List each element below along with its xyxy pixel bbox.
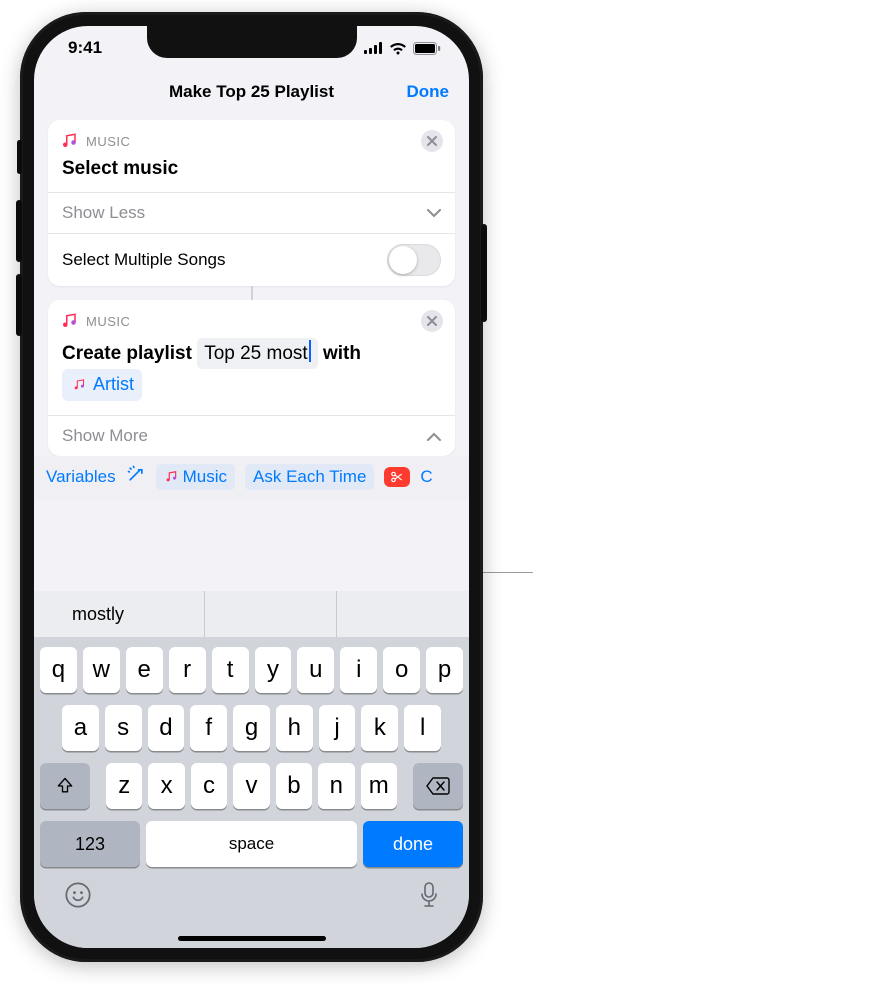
select-multiple-label: Select Multiple Songs [62,250,225,270]
variable-token-artist[interactable]: Artist [62,369,142,401]
backspace-icon [426,777,450,795]
variable-chip-music[interactable]: Music [156,464,235,490]
key-e[interactable]: e [126,647,163,693]
wand-icon [126,464,146,484]
shift-key[interactable] [40,763,90,809]
key-m[interactable]: m [361,763,397,809]
variable-token-label: Artist [93,371,134,399]
page-title: Make Top 25 Playlist [169,82,334,102]
select-multiple-row: Select Multiple Songs [48,234,455,286]
music-note-icon [70,376,88,394]
variable-suggestion-bar: Variables Music Ask Each Time C [34,456,469,500]
create-playlist-prefix: Create playlist [62,343,192,364]
music-app-icon [60,312,78,330]
nav-bar: Make Top 25 Playlist Done [34,70,469,114]
remove-action-button[interactable] [421,310,443,332]
notch [147,26,357,58]
prediction-slot-2[interactable] [205,591,338,637]
key-x[interactable]: x [148,763,184,809]
music-app-icon [60,132,78,150]
connector-line [251,286,253,300]
key-q[interactable]: q [40,647,77,693]
show-more-row[interactable]: Show More [48,416,455,456]
wifi-icon [389,42,407,55]
keyboard: mostly qwertyuiop asdfghjkl zxcvbnm [34,591,469,948]
shift-icon [55,776,75,796]
done-button[interactable]: Done [407,82,450,102]
playlist-name-value: Top 25 most [204,343,308,364]
key-c[interactable]: c [191,763,227,809]
show-less-row[interactable]: Show Less [48,193,455,233]
key-l[interactable]: l [404,705,441,751]
close-icon [427,316,437,326]
key-k[interactable]: k [361,705,398,751]
action-card-select-music: MUSIC Select music Show Less [48,120,455,286]
variables-button[interactable]: Variables [46,467,116,487]
volume-up-button [16,200,22,262]
remove-action-button[interactable] [421,130,443,152]
key-o[interactable]: o [383,647,420,693]
variable-chip-label: Ask Each Time [253,467,366,487]
emoji-icon [64,881,92,909]
create-playlist-mid: with [323,343,361,364]
emoji-key[interactable] [64,881,92,914]
key-s[interactable]: s [105,705,142,751]
key-g[interactable]: g [233,705,270,751]
action-app-label: MUSIC [86,134,130,149]
variable-chip-label: Music [183,467,227,487]
key-w[interactable]: w [83,647,120,693]
text-cursor [309,340,311,362]
variable-chip-trail: C [420,467,432,487]
key-u[interactable]: u [297,647,334,693]
scissors-icon [390,470,404,484]
key-t[interactable]: t [212,647,249,693]
keyboard-done-key[interactable]: done [363,821,463,867]
prediction-slot-1[interactable]: mostly [34,591,205,637]
side-button [481,224,487,322]
key-i[interactable]: i [340,647,377,693]
key-y[interactable]: y [255,647,292,693]
device-frame: 9:41 Make Top 25 Playlist Done [20,12,483,962]
key-j[interactable]: j [319,705,356,751]
select-multiple-toggle[interactable] [387,244,441,276]
battery-icon [413,42,441,55]
show-more-label: Show More [62,426,148,446]
numbers-key[interactable]: 123 [40,821,140,867]
key-b[interactable]: b [276,763,312,809]
space-key[interactable]: space [146,821,357,867]
key-v[interactable]: v [233,763,269,809]
cellular-icon [364,42,383,54]
key-p[interactable]: p [426,647,463,693]
mic-icon [419,881,439,909]
key-a[interactable]: a [62,705,99,751]
close-icon [427,136,437,146]
action-card-create-playlist: MUSIC Create playlist Top 25 most with [48,300,455,456]
chevron-down-icon [427,203,441,223]
key-d[interactable]: d [148,705,185,751]
dictation-key[interactable] [419,881,439,914]
prediction-slot-3[interactable] [337,591,469,637]
music-note-icon [164,470,178,484]
silence-switch [17,140,22,174]
action-title: Select music [48,156,455,192]
backspace-key[interactable] [413,763,463,809]
variable-chip-ask[interactable]: Ask Each Time [245,464,374,490]
home-indicator[interactable] [178,936,326,941]
chevron-up-icon [427,426,441,446]
show-less-label: Show Less [62,203,145,223]
key-f[interactable]: f [190,705,227,751]
key-z[interactable]: z [106,763,142,809]
status-time: 9:41 [68,38,102,58]
key-n[interactable]: n [318,763,354,809]
variable-chip-clipboard[interactable] [384,467,410,487]
prediction-bar: mostly [34,591,469,637]
playlist-name-field[interactable]: Top 25 most [197,338,318,369]
key-h[interactable]: h [276,705,313,751]
volume-down-button [16,274,22,336]
magic-wand-button[interactable] [126,464,146,489]
action-app-label: MUSIC [86,314,130,329]
key-r[interactable]: r [169,647,206,693]
